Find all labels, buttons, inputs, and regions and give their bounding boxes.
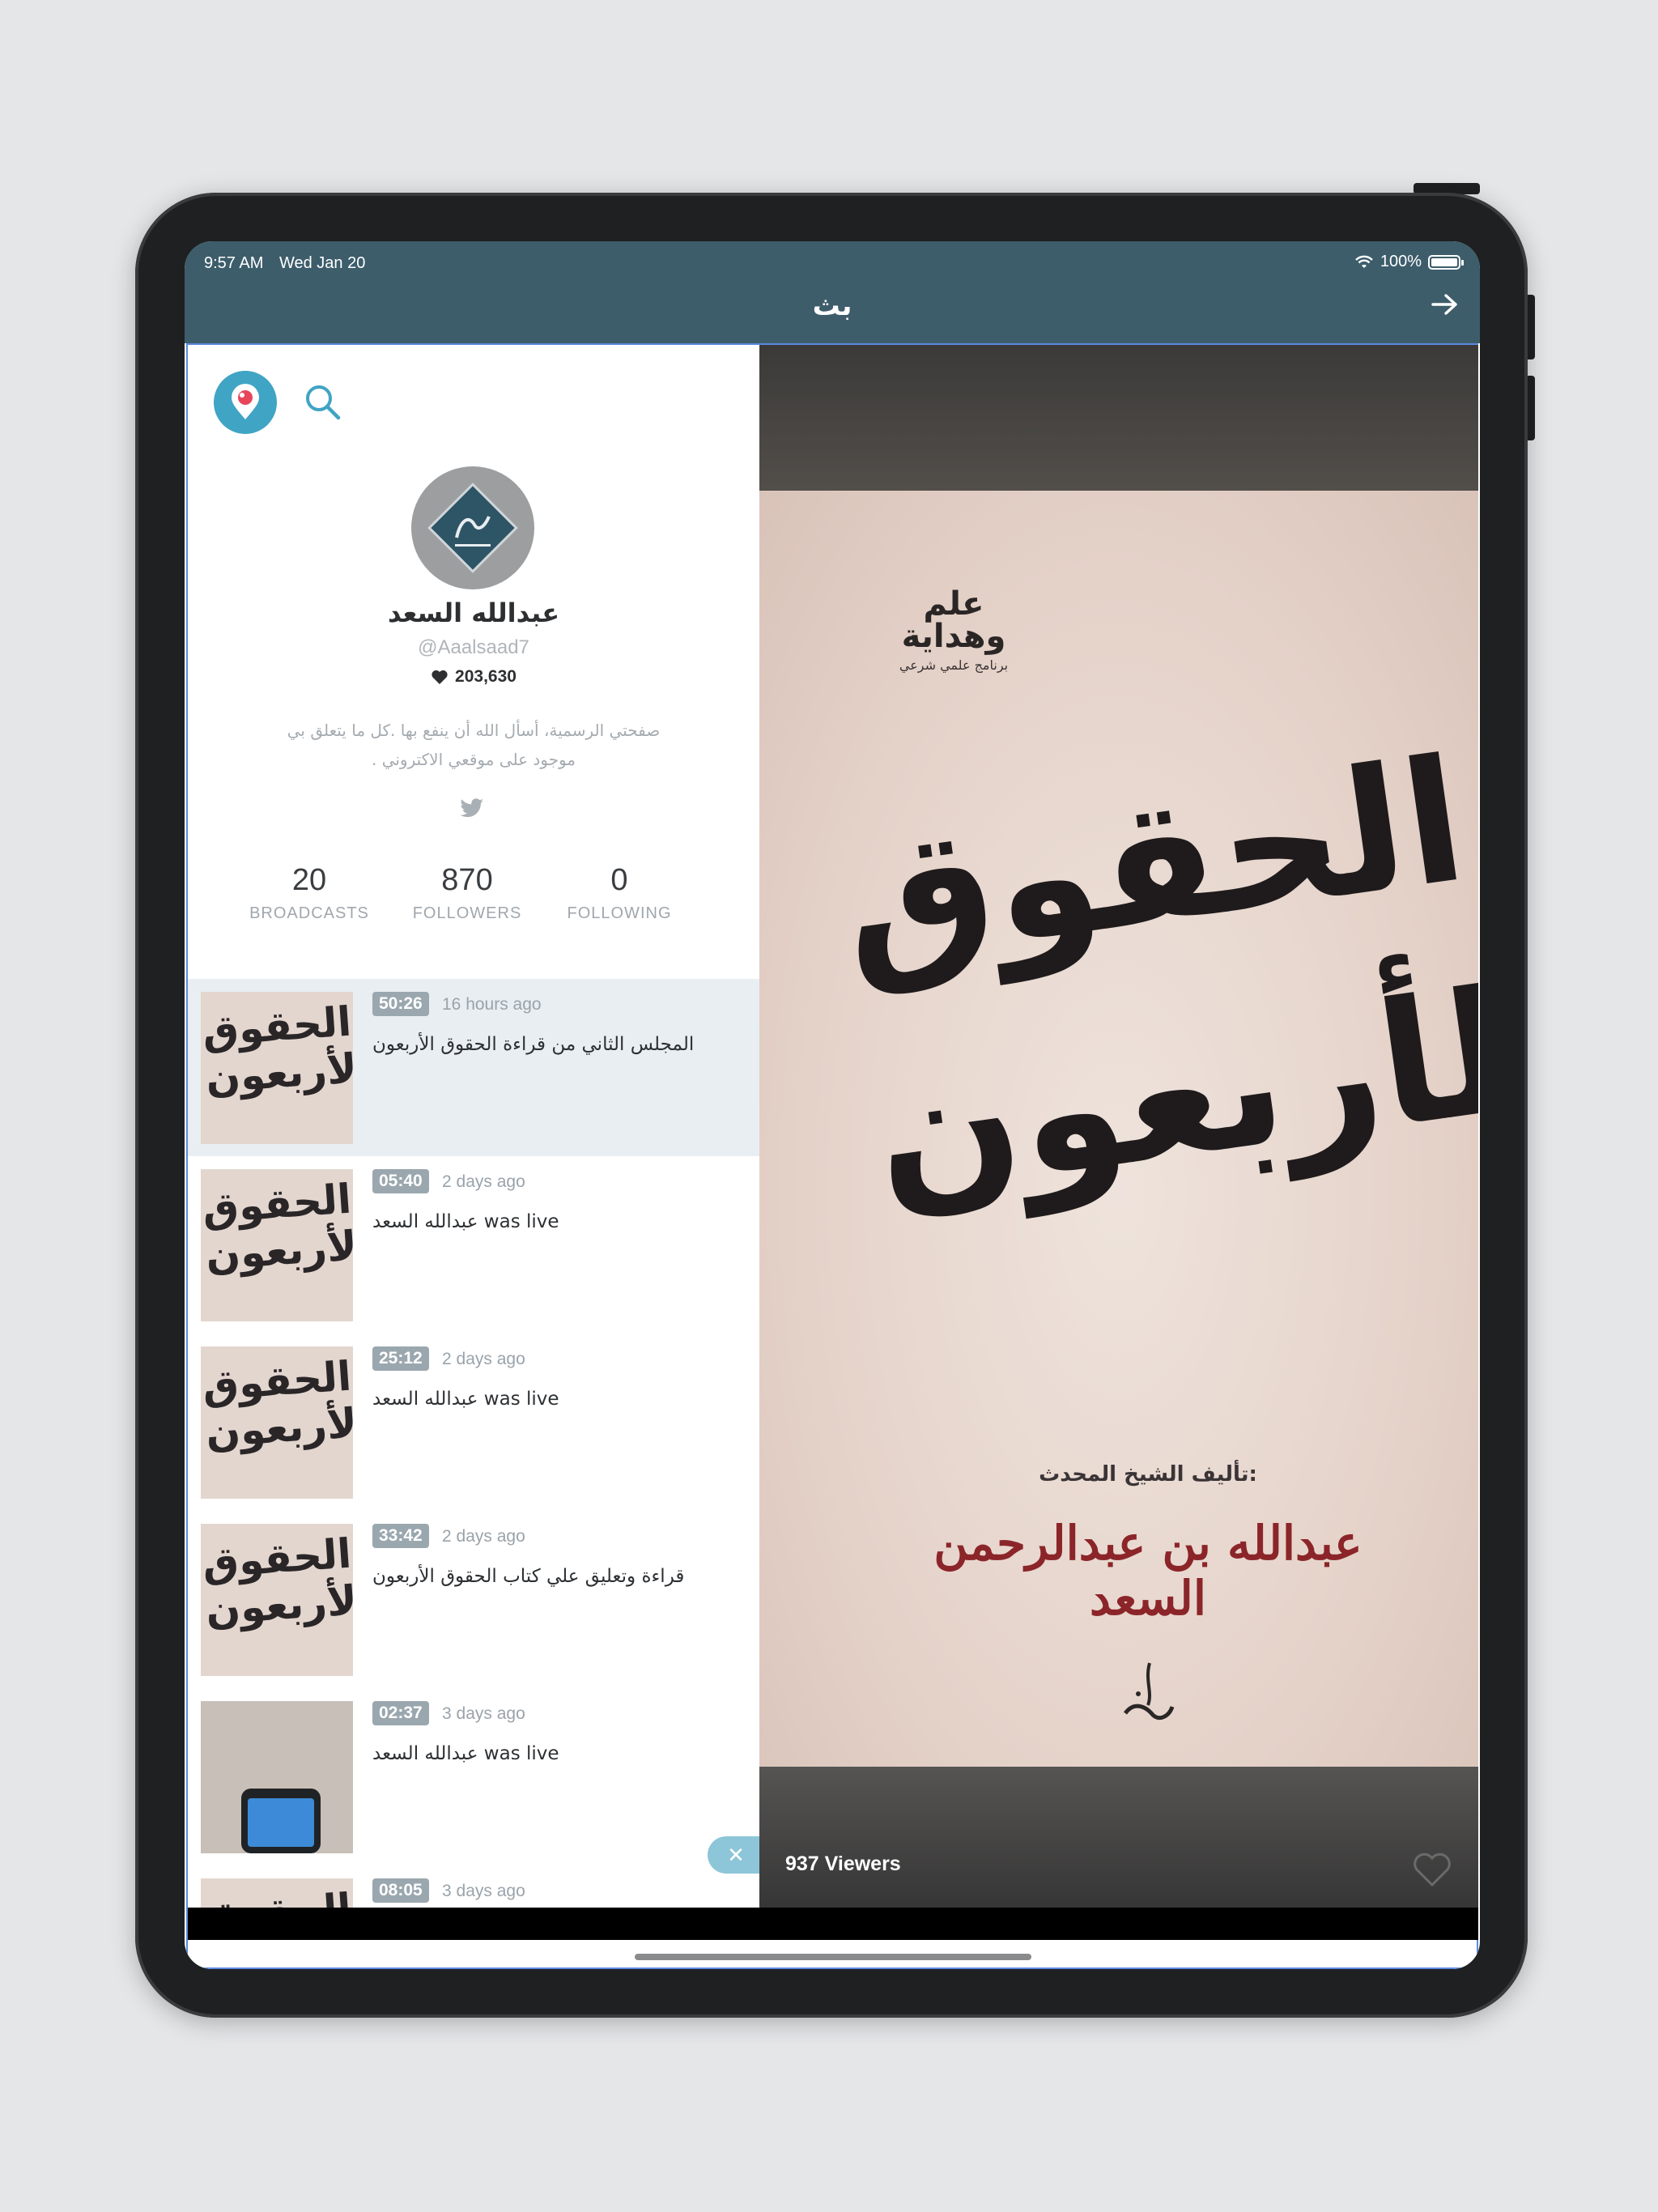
wifi-icon: [1354, 255, 1373, 268]
video-top-area: [759, 345, 1478, 491]
broadcast-duration: 05:40: [372, 1169, 429, 1193]
thumbnail-book-title: الحقوق الأربعون: [201, 1529, 353, 1635]
screen: 9:57 AM Wed Jan 20 100% بث عبدالله السعد…: [185, 241, 1480, 1969]
thumbnail-book-title: الحقوق الأربعون: [201, 1352, 353, 1457]
arrow-right-icon[interactable]: [1430, 291, 1460, 317]
followers-count: 870: [441, 863, 493, 897]
broadcast-row[interactable]: الحقوق الأربعون 25:12 2 days ago عبدالله ال…: [188, 1334, 759, 1511]
broadcast-row[interactable]: الحقوق الأربعون 50:26 16 hours ago المجلس ا…: [188, 979, 759, 1156]
home-indicator[interactable]: [635, 1954, 1031, 1960]
broadcast-title: المجلس الثاني من قراءة الحقوق الأربعون: [372, 1034, 695, 1055]
broadcast-time-ago: 3 days ago: [442, 1704, 525, 1723]
followers-label: FOLLOWERS: [412, 904, 522, 922]
profile-handle: @Aaalsaad7: [418, 636, 529, 658]
broadcast-duration: 50:26: [372, 992, 429, 1016]
broadcast-row[interactable]: الحقوق الأربعون 05:40 2 days ago عبدالله ال…: [188, 1156, 759, 1334]
stat-broadcasts[interactable]: 20 BROADCASTS: [228, 863, 390, 923]
broadcast-title: قراءة وتعليق علي كتاب الحقوق الأربعون: [372, 1566, 685, 1587]
publisher-logo-icon: [1123, 1662, 1175, 1721]
broadcast-row[interactable]: الحقوق الأربعون 08:05 3 days ago: [188, 1865, 759, 1908]
status-bar-right: 100%: [1354, 253, 1464, 271]
broadcast-title: عبدالله السعد was live: [372, 1389, 559, 1410]
book-brand: علم وهداية: [901, 585, 1006, 655]
content-area: عبدالله السعد @Aaalsaad7 203,630 صفحتي ا…: [186, 343, 1478, 1969]
profile-display-name: عبدالله السعد: [387, 598, 560, 628]
broadcast-time-ago: 16 hours ago: [442, 995, 542, 1014]
broadcasts-label: BROADCASTS: [249, 904, 369, 922]
broadcast-thumbnail: الحقوق الأربعون: [201, 1878, 353, 1908]
battery-percent: 100%: [1380, 253, 1422, 270]
battery-icon: [1428, 254, 1464, 270]
profile-bio: صفحتي الرسمية، أسأل الله أن ينفع بها .كل…: [253, 716, 695, 774]
periscope-logo-icon[interactable]: [214, 371, 277, 434]
heart-icon: [432, 670, 448, 684]
broadcast-list: الحقوق الأربعون 50:26 16 hours ago المجلس ا…: [188, 979, 759, 1908]
broadcast-thumbnail: [201, 1701, 353, 1853]
bio-line-2: موجود على موقعي الاكتروني .: [371, 750, 576, 769]
close-icon[interactable]: ✕: [708, 1836, 759, 1874]
status-bar-left: 9:57 AM Wed Jan 20: [204, 254, 376, 273]
broadcast-time-ago: 2 days ago: [442, 1350, 525, 1368]
broadcast-title: عبدالله السعد was live: [372, 1211, 559, 1232]
profile-stats: 20 BROADCASTS 870 FOLLOWERS 0 FOLLOWING: [228, 863, 714, 928]
thumbnail-book-title: الحقوق الأربعون: [201, 1885, 353, 1908]
profile-panel: عبدالله السعد @Aaalsaad7 203,630 صفحتي ا…: [188, 345, 759, 1908]
stat-followers[interactable]: 870 FOLLOWERS: [386, 863, 548, 923]
book-author: عبدالله بن عبدالرحمن السعد: [933, 1516, 1363, 1626]
thumbnail-book-title: الحقوق الأربعون: [201, 1175, 353, 1280]
top-bar: 9:57 AM Wed Jan 20 100% بث: [185, 241, 1480, 343]
broadcast-title: عبدالله السعد was live: [372, 1743, 559, 1764]
hearts-count: 203,630: [188, 667, 759, 687]
following-count: 0: [610, 863, 628, 897]
broadcast-duration: 08:05: [372, 1878, 429, 1903]
search-icon[interactable]: [303, 382, 342, 421]
book-brand-subtitle: برنامج علمي شرعي: [899, 657, 1009, 673]
video-bottom-area: [759, 1767, 1478, 1908]
video-frame: علم وهداية برنامج علمي شرعي الحقوق الأرب…: [759, 491, 1478, 1767]
book-title: الحقوق الأربعون: [829, 721, 1478, 1237]
broadcast-thumbnail: الحقوق الأربعون: [201, 992, 353, 1144]
broadcast-row[interactable]: الحقوق الأربعون 33:42 2 days ago قراءة وتعل…: [188, 1511, 759, 1688]
broadcast-time-ago: 2 days ago: [442, 1172, 525, 1191]
book-author-label: تأليف الشيخ المحدث:: [1039, 1462, 1257, 1487]
nav-title: بث: [812, 291, 852, 321]
stat-following[interactable]: 0 FOLLOWING: [538, 863, 700, 923]
broadcast-thumbnail: الحقوق الأربعون: [201, 1169, 353, 1321]
status-date: Wed Jan 20: [278, 254, 366, 272]
broadcast-time-ago: 2 days ago: [442, 1527, 525, 1546]
twitter-icon[interactable]: [460, 798, 484, 819]
broadcast-time-ago: 3 days ago: [442, 1882, 525, 1900]
hearts-value: 203,630: [455, 667, 517, 686]
avatar[interactable]: [411, 466, 534, 589]
status-time: 9:57 AM: [204, 254, 264, 272]
broadcasts-count: 20: [291, 863, 327, 897]
video-player[interactable]: علم وهداية برنامج علمي شرعي الحقوق الأرب…: [759, 345, 1478, 1908]
following-label: FOLLOWING: [567, 904, 672, 922]
broadcast-thumbnail: الحقوق الأربعون: [201, 1346, 353, 1499]
phone-image: [241, 1789, 321, 1853]
broadcast-duration: 33:42: [372, 1524, 429, 1548]
bottom-bar: [188, 1908, 1478, 1940]
broadcast-thumbnail: الحقوق الأربعون: [201, 1524, 353, 1676]
viewers-count: 937 Viewers: [785, 1853, 901, 1875]
broadcast-duration: 02:37: [372, 1701, 429, 1725]
thumbnail-book-title: الحقوق الأربعون: [201, 998, 353, 1103]
bio-line-1: صفحتي الرسمية، أسأل الله أن ينفع بها .كل…: [287, 721, 661, 740]
heart-outline-icon[interactable]: [1412, 1851, 1452, 1888]
broadcast-duration: 25:12: [372, 1346, 429, 1371]
broadcast-row[interactable]: 02:37 3 days ago عبدالله السعد was live: [188, 1688, 759, 1865]
